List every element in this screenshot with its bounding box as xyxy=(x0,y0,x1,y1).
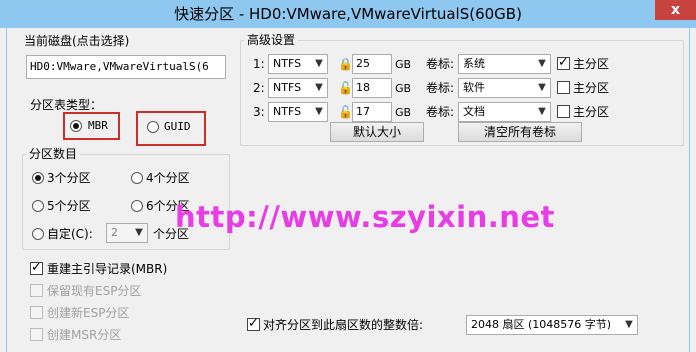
new-esp-checkbox[interactable] xyxy=(30,306,43,322)
align-sector-select[interactable]: 2048 扇区 (1048576 字节) ▼ xyxy=(466,315,638,335)
close-button[interactable]: x xyxy=(655,0,696,20)
row1-volume-select[interactable]: 系统 ▼ xyxy=(458,54,551,74)
row2-volume-select[interactable]: 软件 ▼ xyxy=(458,78,551,98)
new-esp-label: 创建新ESP分区 xyxy=(47,306,130,320)
custom-count-value: 2 xyxy=(111,226,118,239)
radio-4-partitions[interactable] xyxy=(131,172,143,187)
row2-fs-value: NTFS xyxy=(273,81,302,94)
align-label: 对齐分区到此扇区数的整数倍: xyxy=(263,318,424,332)
radio-custom[interactable] xyxy=(32,228,44,243)
guid-radio[interactable] xyxy=(147,121,159,136)
new-msr-checkbox[interactable] xyxy=(30,328,43,344)
row2-primary-label: 主分区 xyxy=(573,81,610,95)
chevron-down-icon: ▼ xyxy=(538,106,546,117)
default-size-button[interactable]: 默认大小 xyxy=(330,122,424,142)
row2-fs-select[interactable]: NTFS ▼ xyxy=(268,78,328,98)
row3-volume-value: 文档 xyxy=(463,105,485,118)
align-checkbox[interactable] xyxy=(247,316,260,334)
row3-primary-checkbox[interactable] xyxy=(557,105,570,121)
row2-unit: GB xyxy=(395,82,412,95)
chevron-down-icon: ▼ xyxy=(315,82,323,93)
row2-volume-label: 卷标: xyxy=(426,81,455,95)
chevron-down-icon: ▼ xyxy=(315,106,323,117)
row2-index: 2: xyxy=(253,81,265,95)
row3-volume-label: 卷标: xyxy=(426,105,455,119)
radio-4-label: 4个分区 xyxy=(146,171,190,185)
row1-primary-checkbox[interactable] xyxy=(557,55,570,73)
new-msr-label: 创建MSR分区 xyxy=(47,328,122,342)
radio-5-partitions[interactable] xyxy=(32,200,44,215)
row3-unit: GB xyxy=(395,106,412,119)
row1-volume-value: 系统 xyxy=(463,57,485,70)
radio-3-partitions[interactable] xyxy=(32,172,44,187)
row1-size-input[interactable]: 25 xyxy=(352,54,392,74)
row2-primary-checkbox[interactable] xyxy=(557,81,570,97)
partition-count-title: 分区数目 xyxy=(26,147,81,161)
row3-fs-value: NTFS xyxy=(273,105,302,118)
row1-volume-label: 卷标: xyxy=(426,57,455,71)
align-sector-value: 2048 扇区 (1048576 字节) xyxy=(471,318,612,331)
radio-3-label: 3个分区 xyxy=(47,171,91,185)
chevron-down-icon: ▼ xyxy=(538,58,546,69)
current-disk-label: 当前磁盘(点击选择) xyxy=(24,34,130,48)
row3-volume-select[interactable]: 文档 ▼ xyxy=(458,102,551,122)
keep-esp-checkbox[interactable] xyxy=(30,284,43,300)
row3-primary-label: 主分区 xyxy=(573,105,610,119)
chevron-down-icon: ▼ xyxy=(625,319,633,330)
unlock-icon[interactable]: 🔓 xyxy=(338,105,353,119)
guid-label: GUID xyxy=(164,120,191,133)
rebuild-mbr-checkbox[interactable] xyxy=(30,260,43,278)
close-icon: x xyxy=(670,2,681,18)
custom-label: 自定(C): xyxy=(47,227,93,241)
row2-volume-value: 软件 xyxy=(463,81,485,94)
unlock-icon[interactable]: 🔓 xyxy=(338,81,353,95)
row3-fs-select[interactable]: NTFS ▼ xyxy=(268,102,328,122)
mbr-radio[interactable] xyxy=(70,120,82,135)
radio-5-label: 5个分区 xyxy=(47,199,91,213)
row1-index: 1: xyxy=(253,57,265,71)
watermark-url: http://www.szyixin.net xyxy=(175,200,555,234)
mbr-label: MBR xyxy=(88,119,108,132)
table-type-label: 分区表类型： xyxy=(30,98,103,112)
chevron-down-icon: ▼ xyxy=(135,227,143,238)
radio-6-partitions[interactable] xyxy=(131,200,143,215)
current-disk-selector[interactable]: HD0:VMware,VMwareVirtualS(6 xyxy=(26,55,226,79)
row3-index: 3: xyxy=(253,105,265,119)
advanced-settings-title: 高级设置 xyxy=(244,33,299,47)
keep-esp-label: 保留现有ESP分区 xyxy=(47,284,142,298)
custom-count-select[interactable]: 2 ▼ xyxy=(106,223,148,243)
row1-unit: GB xyxy=(395,58,412,71)
rebuild-mbr-label: 重建主引导记录(MBR) xyxy=(47,262,168,276)
chevron-down-icon: ▼ xyxy=(315,58,323,69)
lock-icon[interactable]: 🔒 xyxy=(338,57,353,71)
clear-volume-labels-button[interactable]: 清空所有卷标 xyxy=(458,122,582,142)
row3-size-input[interactable]: 17 xyxy=(352,102,392,122)
row1-fs-select[interactable]: NTFS ▼ xyxy=(268,54,328,74)
row1-fs-value: NTFS xyxy=(273,57,302,70)
row1-primary-label: 主分区 xyxy=(573,57,610,71)
window-title: 快速分区 - HD0:VMware,VMwareVirtualS(60GB) xyxy=(174,5,522,23)
row2-size-input[interactable]: 18 xyxy=(352,78,392,98)
chevron-down-icon: ▼ xyxy=(538,82,546,93)
